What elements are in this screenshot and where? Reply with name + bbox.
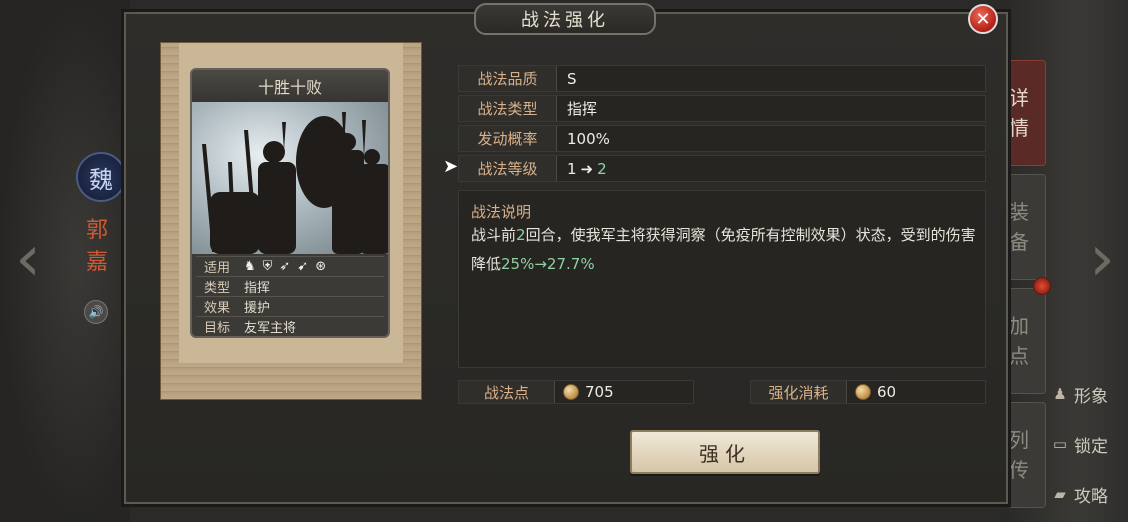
attr-value: 1 ➜ 2: [557, 160, 607, 178]
next-general-arrow-icon[interactable]: ›: [1080, 220, 1124, 298]
description-pre: 战斗前: [471, 226, 517, 244]
shield-icon: ⛨: [262, 259, 273, 274]
general-name: 郭嘉: [85, 218, 108, 275]
bow-icon: ➶: [279, 259, 291, 274]
tactic-points-value: 705: [585, 383, 614, 401]
cavalry-icon: ♞: [244, 259, 256, 274]
lock-label: 锁定: [1074, 436, 1108, 457]
tab-biography[interactable]: 列传: [1008, 402, 1046, 508]
tactic-name: 十胜十败: [192, 70, 388, 102]
notification-dot: [1033, 277, 1051, 295]
enhance-cost-row: 强化消耗 60: [750, 380, 986, 404]
description-value-change: 25%→27.7%: [501, 255, 595, 273]
tactic-info-table: 适用 ♞ ⛨ ➶ ➹ ⊛ 类型 指挥 效果 援护 目标 友军主将: [192, 254, 388, 336]
info-value: 友军主将: [244, 321, 297, 336]
enhance-button[interactable]: 强化: [630, 430, 820, 474]
info-key: 效果: [203, 301, 230, 316]
info-row-target: 目标 友军主将: [196, 316, 384, 336]
tab-details[interactable]: 详情: [1008, 60, 1046, 166]
tactic-description: 战法说明 战斗前2回合，使我军主将获得洞察（免疫所有控制效果）状态，受到的伤害降…: [458, 190, 986, 368]
coin-icon: [855, 384, 871, 400]
attr-value: 100%: [567, 129, 610, 148]
info-value: 援护: [244, 301, 271, 316]
enhance-cost-value: 60: [877, 383, 897, 401]
info-row-type: 类型 指挥: [196, 276, 384, 296]
soldiers-silhouette: [202, 112, 388, 254]
tactic-card: 十胜十败 适用 ♞ ⛨ ➶ ➹ ⊛ 类型 指挥 效果 援护 目标 友军主将: [190, 68, 390, 338]
info-row-effect: 效果 援护: [196, 296, 384, 316]
lock-icon: ▭: [1052, 435, 1068, 453]
level-to: 2: [597, 159, 607, 178]
description-title: 战法说明: [471, 203, 532, 221]
guide-label: 攻略: [1074, 486, 1108, 507]
appearance-button[interactable]: ♟ 形象: [1050, 380, 1128, 408]
info-key: 适用: [203, 261, 230, 276]
info-row-applicable: 适用 ♞ ⛨ ➶ ➹ ⊛: [196, 256, 384, 276]
faction-badge: 魏: [76, 152, 126, 202]
enhance-cost-label: 强化消耗: [751, 381, 847, 403]
arrow-right-icon: ➜: [580, 159, 594, 178]
level-from: 1: [567, 159, 577, 178]
description-rounds: 2: [516, 226, 526, 244]
attr-row-quality: 战法品质 S: [458, 65, 986, 92]
info-key: 类型: [203, 281, 230, 296]
wheel-icon: ⊛: [315, 259, 327, 274]
tab-points[interactable]: 加点: [1008, 288, 1046, 394]
attr-key: 战法类型: [459, 96, 557, 121]
description-text: 战斗前2回合，使我军主将获得洞察（免疫所有控制效果）状态，受到的伤害降低25%→…: [471, 221, 977, 279]
tactic-points-label: 战法点: [459, 381, 555, 403]
voice-icon[interactable]: 🔊: [84, 300, 108, 324]
attr-row-type: 战法类型 指挥: [458, 95, 986, 122]
attr-row-chance: 发动概率 100%: [458, 125, 986, 152]
attr-key: 战法品质: [459, 66, 557, 91]
attr-key: 发动概率: [459, 126, 557, 151]
close-icon[interactable]: ✕: [968, 4, 998, 34]
tactic-points-row: 战法点 705: [458, 380, 694, 404]
tactic-artwork: [192, 102, 388, 254]
book-icon: ▰: [1054, 485, 1066, 503]
coin-icon: [563, 384, 579, 400]
tab-equipment[interactable]: 装备: [1008, 174, 1046, 280]
attr-value: 指挥: [567, 100, 598, 118]
attr-row-level: 战法等级 1 ➜ 2: [458, 155, 986, 182]
appearance-label: 形象: [1074, 386, 1108, 407]
unit-icons: ♞ ⛨ ➶ ➹ ⊛: [238, 259, 384, 274]
prev-general-arrow-icon[interactable]: ‹: [6, 220, 50, 298]
attr-value: S: [567, 69, 577, 88]
panel-title: 战法强化: [474, 3, 656, 35]
right-actions: ♟ 形象 ▭ 锁定 ▰ 攻略: [1050, 380, 1128, 522]
guide-button[interactable]: ▰ 攻略: [1050, 480, 1128, 508]
info-key: 目标: [203, 321, 230, 336]
info-value: 指挥: [244, 281, 271, 296]
attr-key: 战法等级: [459, 156, 557, 181]
mouse-cursor-icon: ➤: [443, 156, 459, 177]
lock-button[interactable]: ▭ 锁定: [1050, 430, 1128, 458]
person-icon: ♟: [1053, 385, 1067, 403]
spear-icon: ➹: [297, 259, 309, 274]
